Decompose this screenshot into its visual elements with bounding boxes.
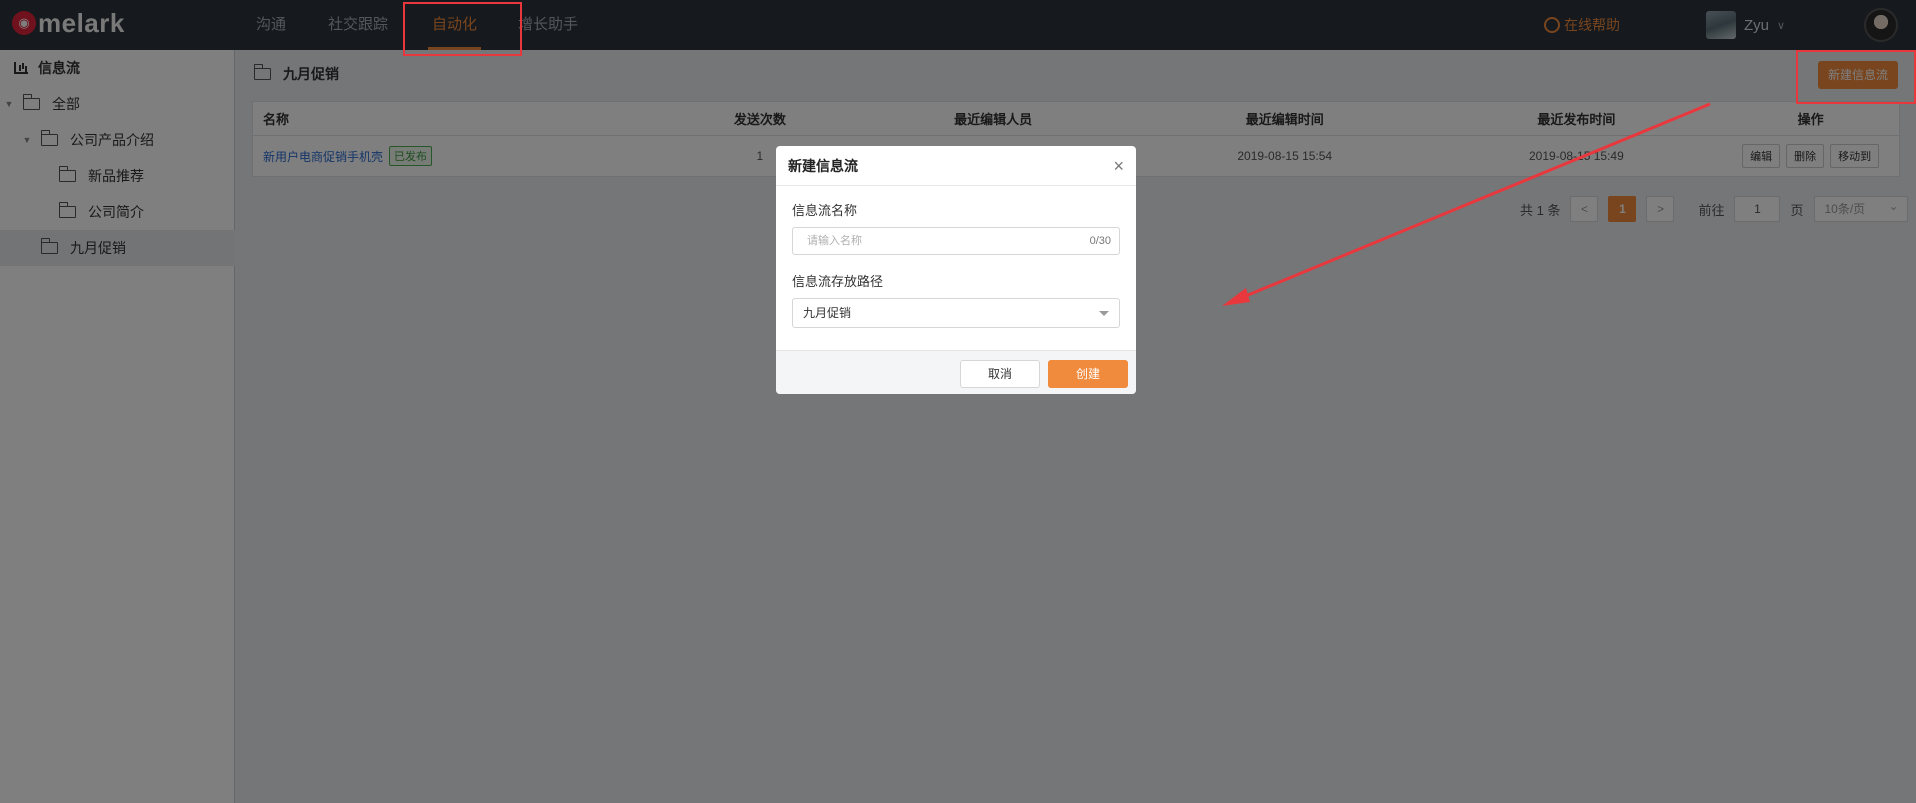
- feed-path-select[interactable]: 九月促销: [792, 298, 1120, 328]
- feed-path-label: 信息流存放路径: [792, 274, 884, 289]
- dialog-footer: 取消 创建: [776, 350, 1136, 394]
- dialog-title: 新建信息流: [788, 157, 858, 174]
- close-icon[interactable]: ×: [1113, 156, 1124, 177]
- char-counter: 0/30: [1089, 235, 1111, 247]
- create-button[interactable]: 创建: [1048, 360, 1128, 388]
- feed-name-placeholder: 请输入名称: [807, 235, 862, 247]
- feed-name-input[interactable]: 请输入名称 0/30: [792, 227, 1120, 255]
- dialog-header: 新建信息流 ×: [776, 146, 1136, 186]
- annotation-arrow: [1222, 102, 1711, 306]
- cancel-button[interactable]: 取消: [960, 360, 1040, 388]
- new-feed-dialog: 新建信息流 × 信息流名称 请输入名称 0/30 信息流存放路径 九月促销 取消…: [776, 146, 1136, 394]
- dialog-body: 信息流名称 请输入名称 0/30 信息流存放路径 九月促销: [776, 186, 1136, 328]
- feed-name-label: 信息流名称: [792, 203, 858, 218]
